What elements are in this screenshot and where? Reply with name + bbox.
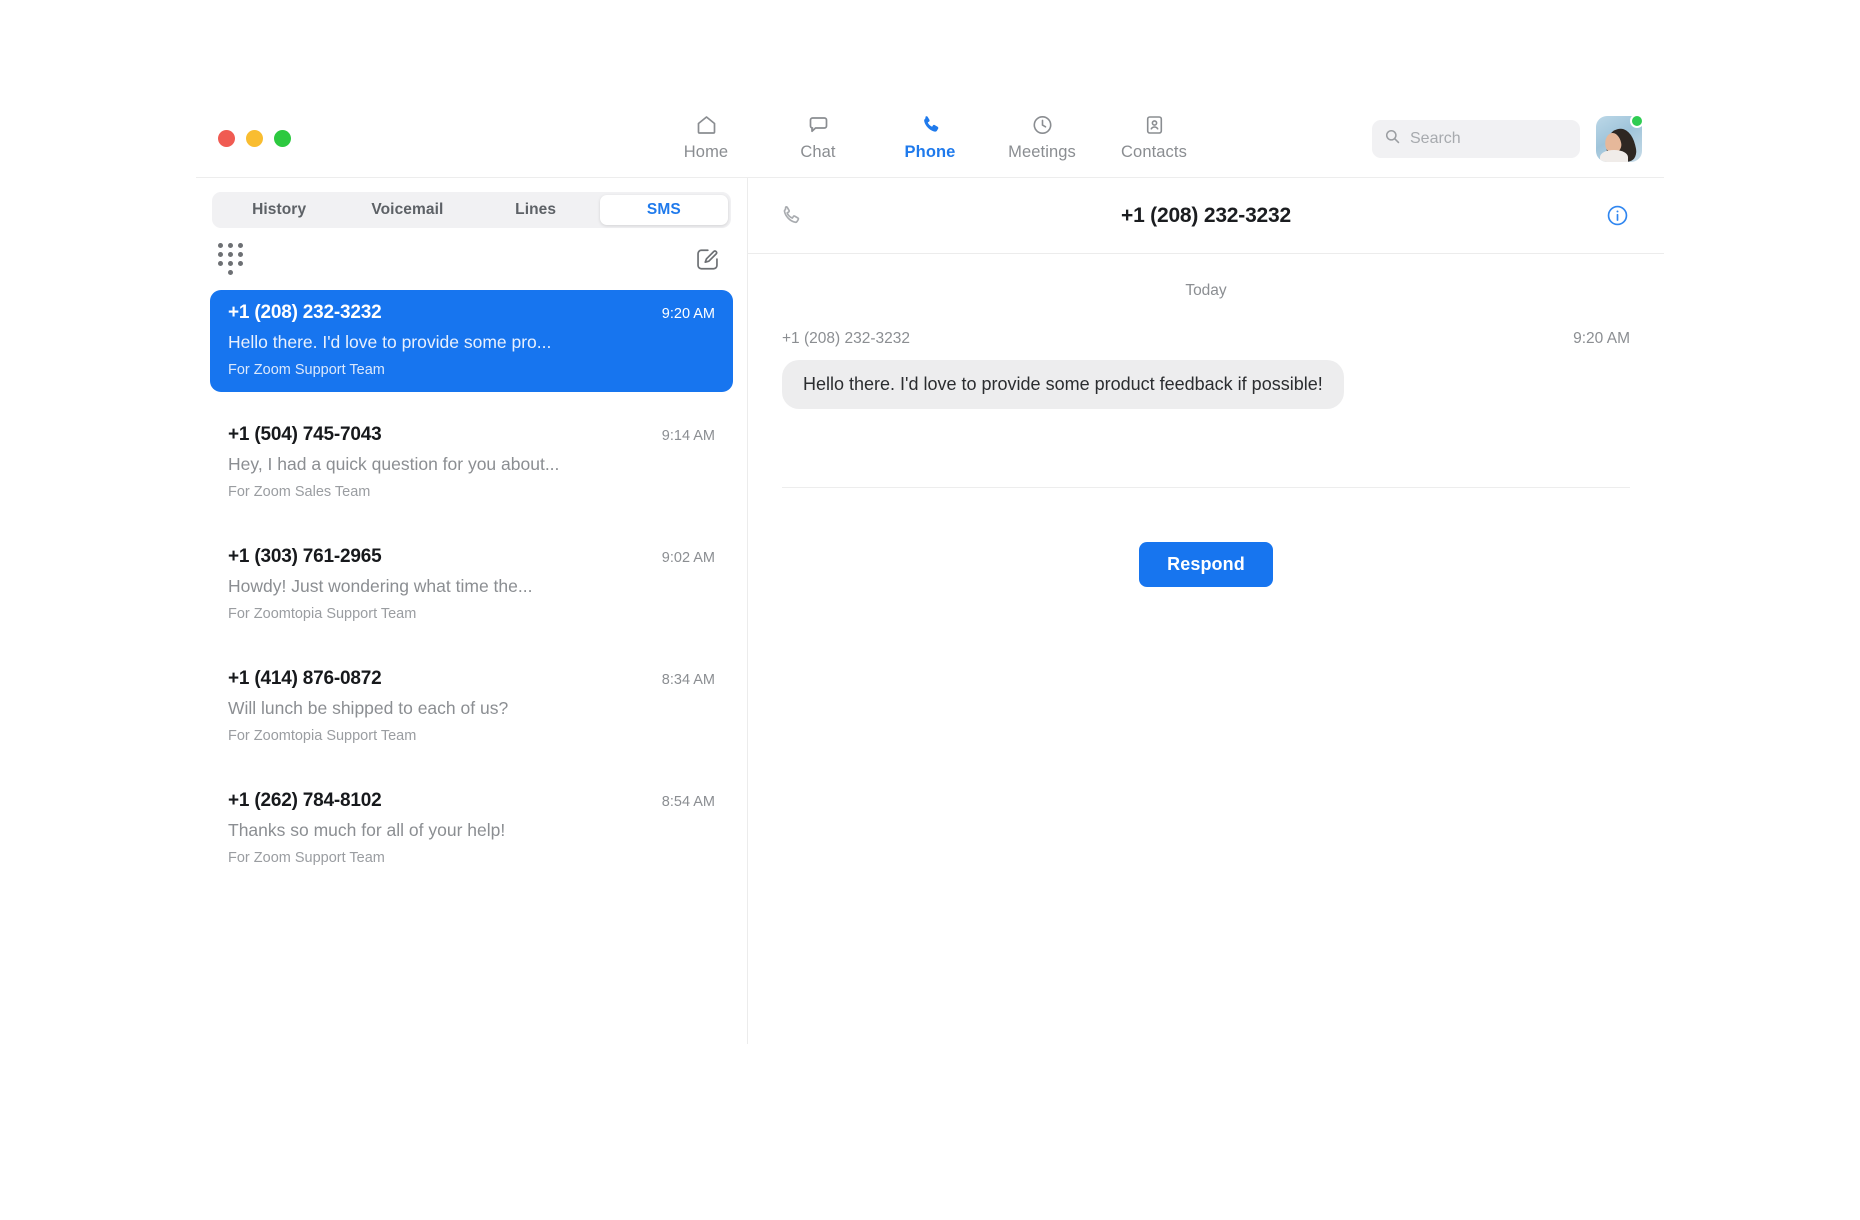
tab-lines[interactable]: Lines	[472, 195, 600, 225]
search-icon	[1384, 128, 1401, 150]
message: +1 (208) 232-3232 9:20 AM Hello there. I…	[782, 330, 1630, 409]
conversation-list: +1 (208) 232-3232 9:20 AM Hello there. I…	[196, 290, 747, 880]
nav-label-home: Home	[683, 143, 729, 161]
list-item[interactable]: +1 (504) 745-7043 9:14 AM Hey, I had a q…	[210, 412, 733, 514]
conversation-number: +1 (303) 761-2965	[228, 546, 382, 567]
conversation-line: For Zoom Support Team	[228, 362, 385, 378]
clock-icon	[1030, 112, 1055, 138]
respond-button[interactable]: Respond	[1139, 542, 1273, 587]
nav-item-home[interactable]: Home	[650, 108, 762, 162]
nav-label-chat: Chat	[800, 143, 836, 161]
thread-header: +1 (208) 232-3232	[748, 178, 1664, 254]
conversation-number: +1 (504) 745-7043	[228, 424, 382, 445]
avatar[interactable]	[1596, 113, 1644, 162]
conversation-preview: Howdy! Just wondering what time the...	[228, 576, 533, 596]
phone-tabs: History Voicemail Lines SMS	[212, 192, 731, 228]
compose-message-icon[interactable]	[694, 246, 721, 273]
close-window-button[interactable]	[218, 130, 235, 147]
page-title: +1 (208) 232-3232	[1121, 203, 1291, 227]
thread-divider	[782, 487, 1630, 488]
home-icon	[694, 112, 719, 138]
list-item[interactable]: +1 (303) 761-2965 9:02 AM Howdy! Just wo…	[210, 534, 733, 636]
window-controls	[218, 130, 291, 147]
dialpad-icon[interactable]	[218, 243, 243, 275]
phone-sidebar: History Voicemail Lines SMS +1 (208) 232…	[196, 178, 748, 1044]
search-box[interactable]	[1372, 119, 1580, 158]
list-item[interactable]: +1 (414) 876-0872 8:34 AM Will lunch be …	[210, 656, 733, 758]
sidebar-toolbar	[196, 228, 747, 290]
conversation-preview: Thanks so much for all of your help!	[228, 820, 506, 840]
tab-voicemail[interactable]: Voicemail	[343, 195, 471, 225]
conversation-number: +1 (414) 876-0872	[228, 668, 382, 689]
message-time: 9:20 AM	[1573, 330, 1630, 347]
nav-label-contacts: Contacts	[1121, 143, 1187, 161]
conversation-line: For Zoomtopia Support Team	[228, 728, 417, 744]
nav-item-contacts[interactable]: Contacts	[1098, 108, 1210, 162]
respond-action-area: Respond	[782, 542, 1630, 587]
message-bubble: Hello there. I'd love to provide some pr…	[782, 360, 1344, 409]
conversation-preview: Will lunch be shipped to each of us?	[228, 698, 509, 718]
conversation-time: 9:20 AM	[661, 306, 715, 322]
maximize-window-button[interactable]	[274, 130, 291, 147]
topbar-right-cluster	[1372, 113, 1644, 162]
phone-tabs-wrap: History Voicemail Lines SMS	[196, 178, 747, 228]
app-body: History Voicemail Lines SMS +1 (208) 232…	[196, 178, 1664, 1044]
conversation-line: For Zoom Support Team	[228, 850, 385, 866]
conversation-line: For Zoomtopia Support Team	[228, 606, 417, 622]
nav-label-meetings: Meetings	[1008, 143, 1076, 161]
nav-item-meetings[interactable]: Meetings	[986, 108, 1098, 162]
conversation-time: 9:02 AM	[661, 550, 715, 566]
conversation-preview: Hello there. I'd love to provide some pr…	[228, 332, 552, 352]
message-meta: +1 (208) 232-3232 9:20 AM	[782, 330, 1630, 348]
status-badge	[1630, 113, 1644, 128]
zoom-app-window: Home Chat Phone Meetings Contacts Search…	[196, 100, 1664, 1120]
main-navigation: Home Chat Phone Meetings Contacts	[650, 108, 1210, 162]
nav-label-phone: Phone	[904, 143, 956, 161]
conversation-number: +1 (262) 784-8102	[228, 790, 382, 811]
phone-handset-icon[interactable]	[778, 203, 803, 228]
conversation-number: +1 (208) 232-3232	[228, 302, 382, 323]
list-item[interactable]: +1 (262) 784-8102 8:54 AM Thanks so much…	[210, 778, 733, 880]
message-thread-pane: +1 (208) 232-3232 Today +1 (208) 232-323…	[748, 178, 1664, 1044]
nav-item-phone[interactable]: Phone	[874, 108, 986, 162]
message-sender: +1 (208) 232-3232	[782, 330, 910, 347]
conversation-preview: Hey, I had a quick question for you abou…	[228, 454, 560, 474]
conversation-time: 8:34 AM	[661, 672, 715, 688]
title-bar: Home Chat Phone Meetings Contacts Search	[196, 100, 1664, 178]
tab-sms[interactable]: SMS	[599, 195, 728, 225]
tab-history[interactable]: History	[215, 195, 343, 225]
list-item[interactable]: +1 (208) 232-3232 9:20 AM Hello there. I…	[210, 290, 733, 392]
chat-bubble-icon	[806, 112, 831, 138]
minimize-window-button[interactable]	[246, 130, 263, 147]
conversation-time: 9:14 AM	[661, 428, 715, 444]
thread-messages: Today +1 (208) 232-3232 9:20 AM Hello th…	[748, 254, 1664, 587]
search-input[interactable]	[1410, 129, 1568, 148]
nav-item-chat[interactable]: Chat	[762, 108, 874, 162]
phone-icon	[918, 112, 943, 138]
conversation-time: 8:54 AM	[661, 794, 715, 810]
day-separator: Today	[1185, 282, 1227, 299]
conversation-line: For Zoom Sales Team	[228, 484, 371, 500]
contact-card-icon	[1142, 112, 1167, 138]
info-circle-icon[interactable]	[1605, 203, 1630, 228]
